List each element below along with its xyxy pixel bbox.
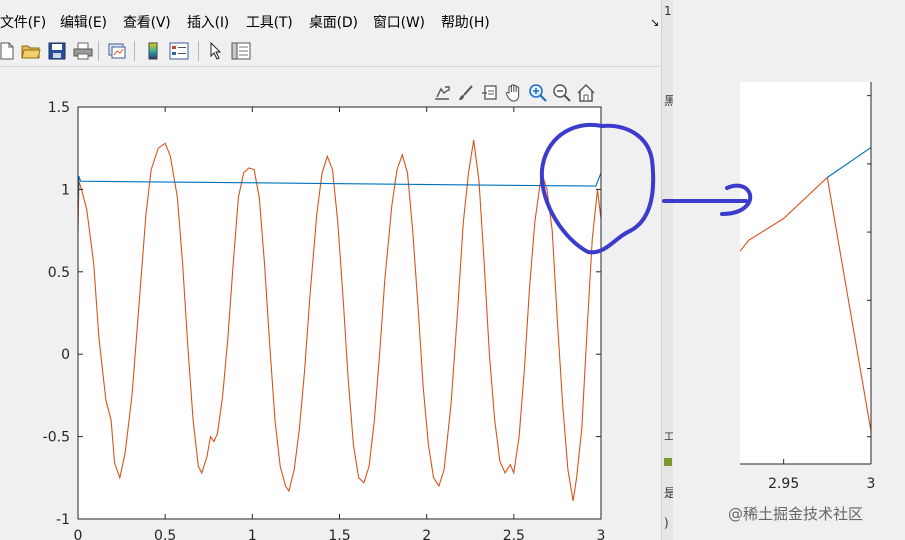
- y-tick-label: -0.5: [43, 430, 70, 446]
- x-tick-label: 1: [248, 528, 257, 540]
- strip-char: 1: [664, 4, 672, 18]
- y-tick-label: 0.5: [48, 265, 70, 281]
- y-tick-label: 0: [61, 347, 70, 363]
- y-tick-label: -1: [56, 512, 70, 528]
- x-tick-label: 0.5: [154, 528, 176, 540]
- x-tick-label: 1.5: [328, 528, 350, 540]
- zoomed-axes-area: [740, 82, 871, 464]
- x-tick-label: 2.5: [503, 528, 525, 540]
- x-tick-label: 3: [597, 528, 606, 540]
- zoom-x-tick-label: 3: [867, 476, 876, 492]
- x-tick-label: 2: [422, 528, 431, 540]
- strip-marker: [664, 458, 672, 466]
- main-plot: -1 -0.5 0 0.5 1 1.5 0 0.5 1 1.5 2 2.5 3: [43, 100, 606, 540]
- zoomed-view: 2.95 3: [673, 0, 905, 540]
- y-tick-label: 1.5: [48, 100, 70, 116]
- x-tick-label: 0: [74, 528, 83, 540]
- y-tick-label: 1: [61, 182, 70, 198]
- zoomed-plot: 2.95 3: [740, 82, 876, 492]
- strip-char: ): [664, 516, 669, 530]
- zoom-x-tick-label: 2.95: [768, 476, 799, 492]
- main-axes-area: [78, 107, 601, 519]
- watermark-text: @稀土掘金技术社区: [728, 505, 864, 523]
- figure-window: 文件(F) 编辑(E) 查看(V) 插入(I) 工具(T) 桌面(D) 窗口(W…: [0, 0, 668, 540]
